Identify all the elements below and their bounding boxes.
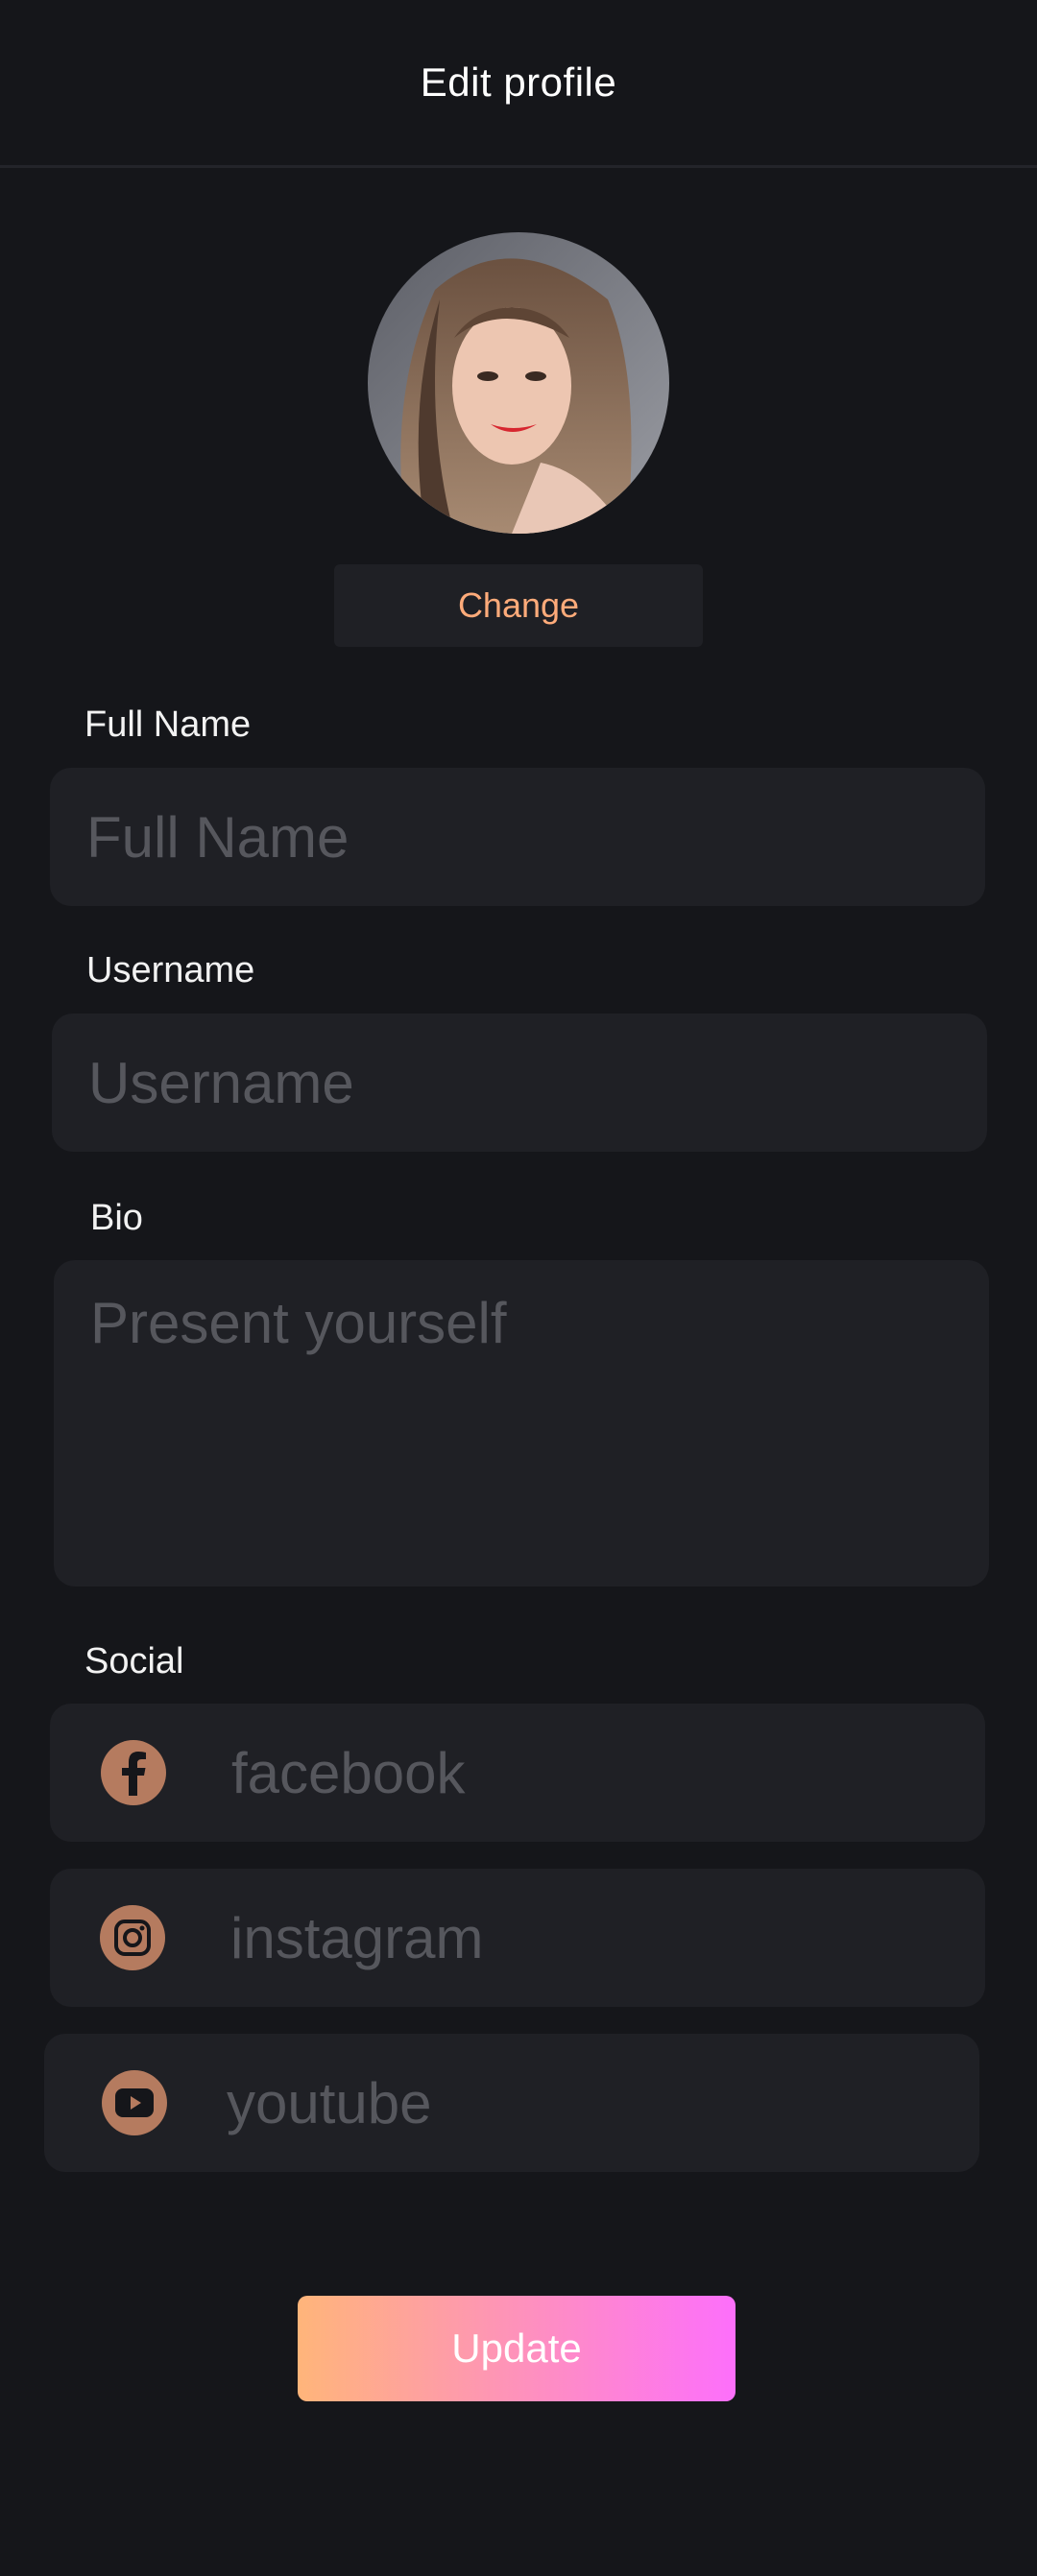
edit-profile-screen: Edit profile Change Full Name Full Name … — [0, 0, 1037, 2576]
page-title: Edit profile — [420, 60, 617, 105]
facebook-field — [50, 1704, 985, 1842]
youtube-icon — [102, 2070, 167, 2135]
header: Edit profile — [0, 0, 1037, 168]
instagram-input[interactable] — [230, 1904, 985, 1971]
youtube-input[interactable] — [227, 2069, 979, 2136]
username-input[interactable] — [88, 1049, 951, 1116]
full-name-field — [50, 768, 985, 906]
username-field — [52, 1014, 987, 1152]
facebook-icon — [101, 1740, 166, 1805]
instagram-field — [50, 1869, 985, 2007]
full-name-label: Full Name — [84, 704, 252, 745]
avatar-photo — [368, 232, 669, 534]
full-name-input[interactable] — [86, 803, 949, 871]
bio-label: Bio — [90, 1198, 143, 1238]
instagram-icon — [100, 1905, 165, 1970]
avatar — [368, 232, 669, 534]
facebook-input[interactable] — [231, 1739, 985, 1806]
bio-textarea[interactable] — [90, 1289, 953, 1577]
update-button[interactable]: Update — [298, 2296, 736, 2401]
username-label: Username — [86, 950, 255, 990]
social-label: Social — [84, 1641, 184, 1682]
youtube-field — [44, 2034, 979, 2172]
bio-field — [54, 1260, 989, 1586]
change-photo-button[interactable]: Change — [334, 564, 703, 647]
